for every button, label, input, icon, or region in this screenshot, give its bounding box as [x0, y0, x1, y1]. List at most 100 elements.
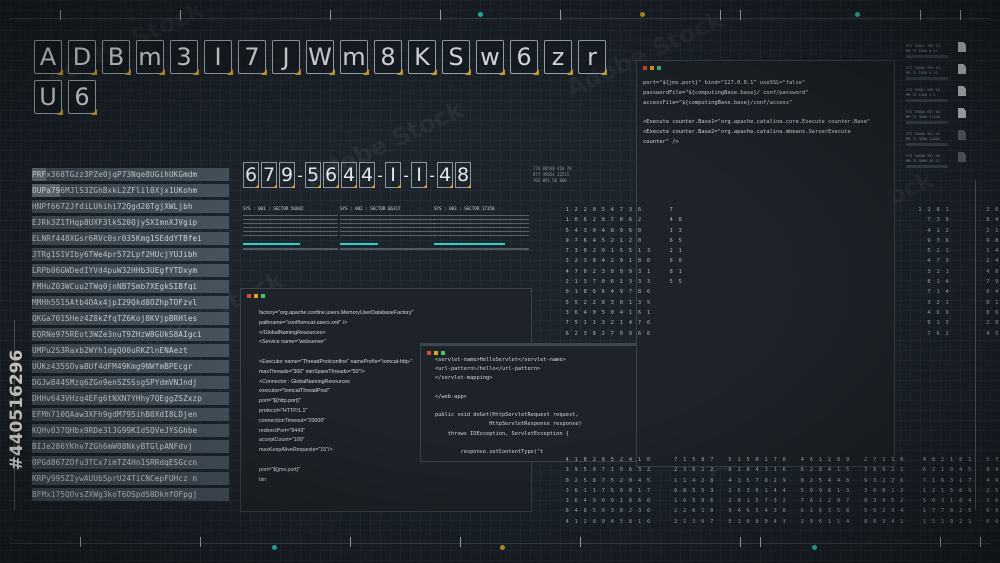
file-entry-text: STI 70008 591 09 MM 7S 3000 54.27 — [906, 154, 950, 164]
maximize-dot-icon[interactable] — [441, 351, 445, 355]
tile-corner-marker — [57, 69, 63, 75]
tile-corner-marker — [397, 69, 403, 75]
readout-digit: 4 — [437, 162, 453, 188]
character-tile: A — [34, 40, 63, 75]
character-tile: 8 — [374, 40, 403, 75]
file-entry-text: STI 70000 990 40 MM 7S 1000 6.10 — [906, 66, 950, 76]
tile-corner-marker — [567, 69, 573, 75]
config-code-text: port="${jmx.port}" bind="127.0.0.1" useS… — [643, 80, 871, 145]
tile-corner-marker — [295, 69, 301, 75]
code-strip: EFMh710QAaw3XFh9gdM795ihB0XdI8LDjen — [32, 408, 229, 421]
character-tile-glyph: K — [414, 43, 430, 71]
readout-separator: - — [375, 165, 385, 185]
character-tile-glyph: I — [214, 43, 222, 71]
code-strip: DHHv643VHzq4EFg6tNXN7YHhy7QEggZSZxzp — [32, 392, 229, 405]
file-entry-line: MM 7S 3000 11100 — [906, 115, 940, 119]
sector-bar — [434, 243, 506, 245]
character-tile: S — [442, 40, 471, 75]
character-tile: U — [34, 80, 63, 115]
character-tile-glyph: D — [72, 43, 92, 71]
file-entry-line: MM 7S 1000 0.11 — [906, 49, 938, 53]
character-tile-glyph: w — [480, 43, 500, 71]
file-entry-line: MM 7S 1000 1.5 — [906, 93, 936, 97]
readout-digit-glyph: 8 — [456, 164, 470, 186]
digit-corner-marker — [273, 184, 277, 188]
tile-corner-marker — [125, 69, 131, 75]
character-tile-glyph: 8 — [380, 43, 396, 71]
code-strip-text: DHHv643VHzq4EFg6tNXN7YHhy7QEggZSZxzp — [32, 394, 202, 403]
file-entry[interactable]: STI 70008 651 86 MM 7S 3000 11100 — [906, 106, 970, 128]
character-tile-glyph: z — [551, 43, 565, 71]
sector-panel-2: SYS : 002 : SECTOR 66317 — [340, 206, 435, 250]
readout-digit-glyph: 9 — [280, 164, 294, 186]
left-scale — [14, 320, 19, 510]
file-bar — [906, 121, 948, 124]
ruler-tick — [740, 537, 741, 547]
character-tile: B — [102, 40, 131, 75]
window-controls — [643, 66, 661, 70]
sector-header: SYS : 001 : SECTOR 56042 — [243, 206, 304, 211]
code-strip-text: KQHv037QHbx9RDe3lJG99KIdSQVeJYSGhbe — [32, 426, 198, 435]
file-entry-line: MM 7S 3000 11000 — [906, 137, 940, 141]
sector-bar — [243, 243, 300, 245]
code-strip: OUPa79 6MJlS3ZGhBxkL2ZFlil0Xjx1UKohm — [32, 184, 229, 197]
code-strip-text: EJRk3Z1THqp8UXF3lkS20QjySXImnXJVgip — [32, 218, 198, 227]
code-strip-text: FMHuZ03WCuu2TWq0jnNB7Smb7XEgkSIBfqi — [32, 282, 198, 291]
tile-corner-marker — [91, 69, 97, 75]
tile-corner-marker — [465, 69, 471, 75]
code-strip-text: UMPu2S3Raxb2WYh1dgQ00uRKZlnENAezt — [32, 346, 188, 355]
file-entry[interactable]: STI 70000 990 40 MM 7S 1000 6.10 — [906, 62, 970, 84]
close-dot-icon[interactable] — [643, 66, 647, 70]
java-code-window[interactable]: <servlet-name>HelloServlet</servlet-name… — [420, 343, 638, 462]
readout-digit-glyph: 6 — [324, 164, 338, 186]
file-list: STI 70001 780 55 MM 7S 1000 0.11 STI 70000… — [906, 40, 970, 172]
code-strip: OPGd867ZOfu3TCx7imTZ4Hn1SRRdqESGccn — [32, 456, 229, 469]
digit-corner-marker — [291, 184, 295, 188]
tile-corner-marker — [329, 69, 335, 75]
readout-digit-glyph: 4 — [360, 164, 374, 186]
ruler-tick — [330, 10, 331, 20]
readout-digit: 9 — [279, 162, 295, 188]
ruler-tick — [760, 537, 761, 547]
file-entry[interactable]: STI 70008 591 09 MM 7S 3000 54.27 — [906, 150, 970, 172]
file-entry[interactable]: STI 70001 780 55 MM 7S 1000 0.11 — [906, 40, 970, 62]
readout-digit: 5 — [305, 162, 321, 188]
file-entry-text: STI 70000 981 05 MM 7S 3000 11000 — [906, 132, 950, 142]
close-dot-icon[interactable] — [427, 351, 431, 355]
minimize-dot-icon[interactable] — [254, 294, 258, 298]
character-tile-glyph: 7 — [244, 43, 260, 71]
sector-panel-1: SYS : 001 : SECTOR 56042 — [243, 206, 338, 250]
minimize-dot-icon[interactable] — [650, 66, 654, 70]
code-strip-text: OPGd867ZOfu3TCx7imTZ4Hn1SRRdqESGccn — [32, 458, 198, 467]
ruler-tick — [580, 537, 581, 547]
code-strip-text: EQRNe975REot3WZe3nuT9ZHzW8GUkS8AIgci — [32, 330, 202, 339]
ruler-tick — [720, 10, 721, 20]
maximize-dot-icon[interactable] — [657, 66, 661, 70]
tile-corner-marker — [91, 109, 97, 115]
code-strip: BFMx175QOvsZXWg3koT6OSpdS0DknfOFpgj — [32, 488, 229, 501]
code-strip-text: QKGa7015Hez4Z8kZfqTZ6Koj8KVjpBRHles — [32, 314, 198, 323]
code-strip-text: x368TGzz3PZe0jqP73Nqe8UGihUKGmdm — [46, 170, 198, 179]
code-strip-text: ELNRf448XGsr6RVc0sr035Kmg1SEddYTBfei — [32, 234, 202, 243]
code-strip-highlight: PRF — [32, 168, 47, 181]
maximize-dot-icon[interactable] — [261, 294, 265, 298]
minimize-dot-icon[interactable] — [434, 351, 438, 355]
readout-digit: 4 — [341, 162, 357, 188]
code-strip-text: LRPb06GWDedIYVd4puW32HHb3UEgfYTDxym — [32, 266, 198, 275]
status-dot — [500, 545, 505, 550]
digit-corner-marker — [423, 184, 427, 188]
file-entry[interactable]: STI 70001 530 58 MM 7S 1000 1.5 — [906, 84, 970, 106]
code-strip: FMHuZ03WCuu2TWq0jnNB7Smb7XEgkSIBfqi — [32, 280, 229, 293]
file-bar — [906, 77, 948, 80]
ruler-tick — [560, 10, 561, 20]
readout-digit-glyph: I — [390, 164, 396, 186]
status-dot — [272, 545, 277, 550]
ruler-tick — [350, 537, 351, 547]
file-entry[interactable]: STI 70000 981 05 MM 7S 3000 11000 — [906, 128, 970, 150]
window-controls — [247, 294, 265, 298]
number-grid: 1 2 2 0 5 4 7 3 6 7 1 2 8 1 3 6 7 9 1 1 … — [565, 207, 999, 337]
readout-digit: 7 — [261, 162, 277, 188]
readout-digit: I — [385, 162, 401, 188]
character-tile-glyph: A — [39, 43, 57, 71]
close-dot-icon[interactable] — [247, 294, 251, 298]
